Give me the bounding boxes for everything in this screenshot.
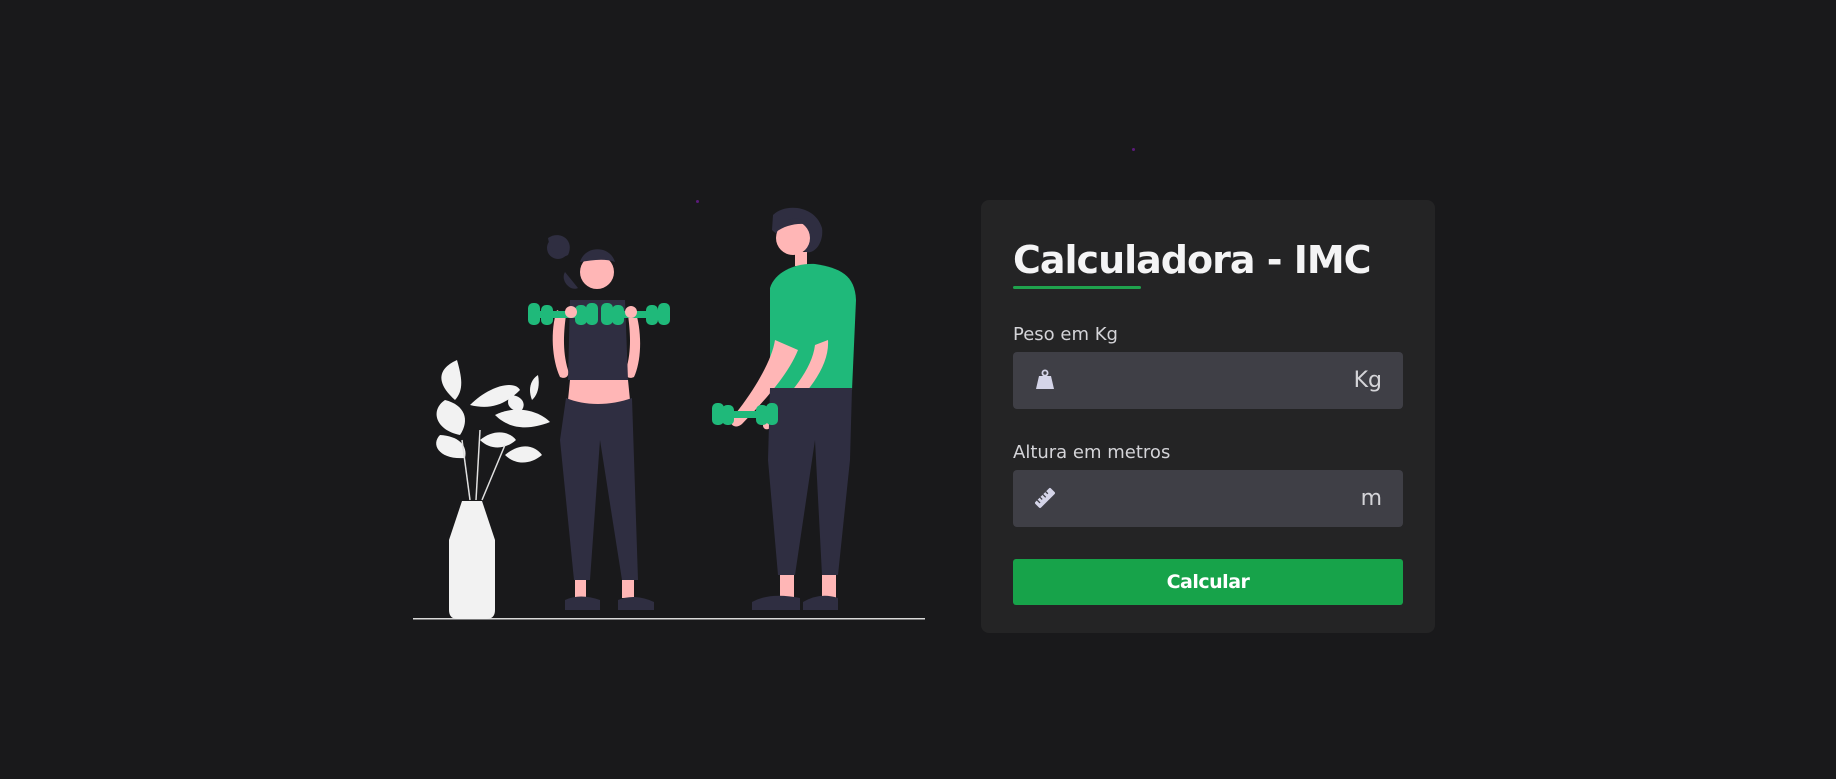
page: Calculadora - IMC Peso em Kg Kg Altura e… (0, 0, 1836, 779)
page-title: Calculadora - IMC (1013, 238, 1372, 282)
weight-icon (1036, 369, 1054, 389)
calculate-button[interactable]: Calcular (1013, 559, 1403, 605)
height-label: Altura em metros (1013, 442, 1171, 463)
weight-input-box[interactable]: Kg (1013, 352, 1403, 409)
woman-figure (528, 235, 670, 610)
ruler-icon (1035, 488, 1055, 508)
man-figure (712, 207, 856, 610)
weight-label: Peso em Kg (1013, 324, 1118, 345)
bmi-calculator-card: Calculadora - IMC Peso em Kg Kg Altura e… (981, 200, 1435, 633)
weight-unit: Kg (1353, 368, 1382, 393)
vase (449, 501, 495, 619)
height-input[interactable] (1071, 470, 1321, 527)
plant-leaves (436, 360, 550, 463)
decorative-dot (1132, 148, 1135, 151)
height-unit: m (1360, 486, 1382, 511)
title-underline (1013, 286, 1141, 289)
weight-input[interactable] (1071, 352, 1321, 409)
height-input-box[interactable]: m (1013, 470, 1403, 527)
workout-illustration (413, 207, 925, 620)
